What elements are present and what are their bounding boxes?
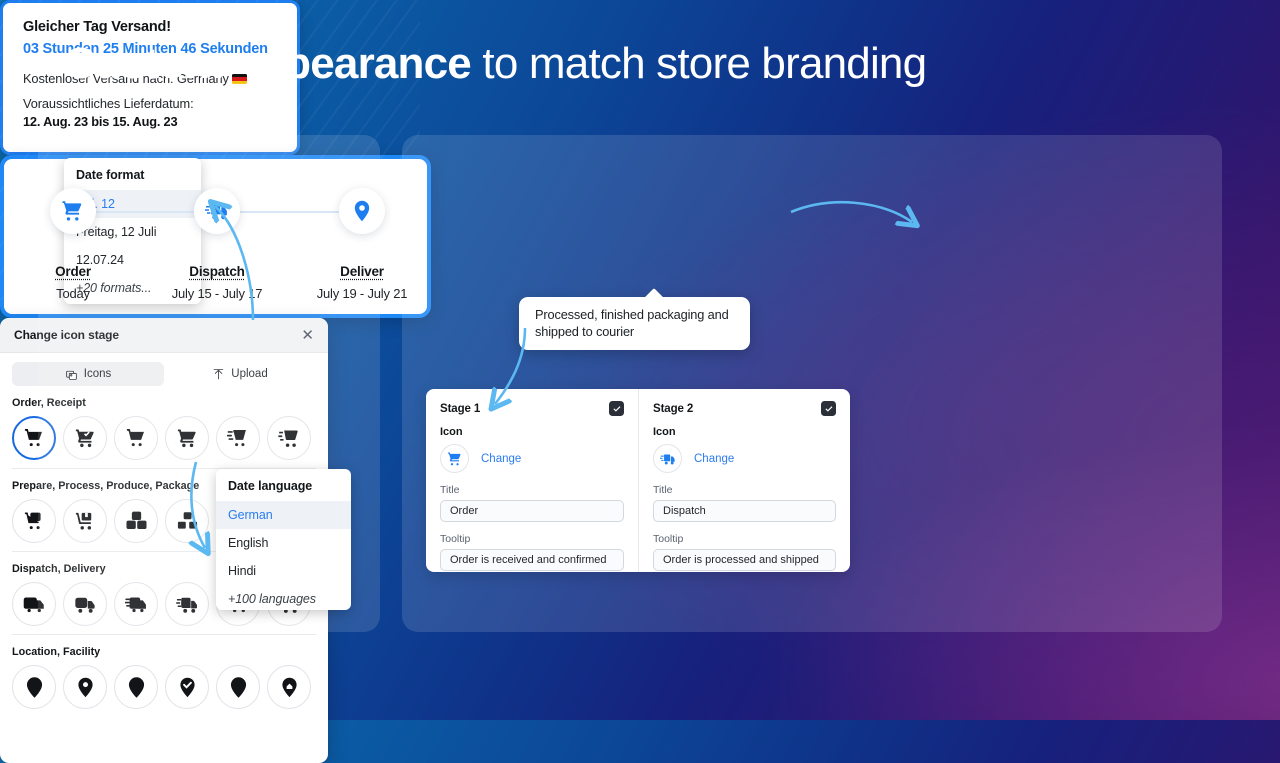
timeline-step-dispatch[interactable]: Dispatch July 15 - July 17 [157, 188, 277, 301]
stage-tooltip-label: Tooltip [440, 533, 471, 545]
stage-enabled-checkbox[interactable] [821, 401, 836, 416]
icon-grid-row [12, 665, 316, 709]
stage-icon-label: Icon [653, 426, 676, 438]
stage-tooltip: Processed, finished packaging and shippe… [519, 297, 750, 350]
page-title-rest: to match store branding [470, 39, 927, 88]
cart-check-icon [50, 188, 96, 234]
stage-icon-row: Change [440, 444, 624, 473]
stage-icon-label: Icon [440, 426, 463, 438]
date-language-option-selected[interactable]: German [216, 501, 351, 529]
date-language-more-option[interactable]: +100 languages [216, 585, 351, 610]
stage-tooltip-label: Tooltip [653, 533, 684, 545]
check-icon [824, 405, 832, 412]
stage-header: Stage 1 [440, 401, 624, 416]
stage-title-label: Title [440, 484, 460, 496]
timeline-step-date: July 19 - July 21 [316, 286, 408, 301]
cart-check-icon[interactable] [440, 444, 469, 473]
date-language-dropdown[interactable]: Date language German English Hindi +100 … [216, 469, 351, 610]
stage-title-input[interactable]: Dispatch [653, 500, 836, 522]
pin-check-outline-icon[interactable] [114, 665, 158, 709]
pin-circle-outline-icon[interactable] [12, 665, 56, 709]
shipping-heading: Gleicher Tag Versand! [23, 19, 171, 35]
stage-tooltip-input[interactable]: Order is received and confirmed [440, 549, 624, 571]
page-title-emphasis: Custom appearance [64, 39, 472, 88]
stage-enabled-checkbox[interactable] [609, 401, 624, 416]
timeline-step-date: July 15 - July 17 [171, 286, 263, 301]
timeline-step-order[interactable]: Order Today [13, 188, 133, 301]
stage-tooltip-text: Processed, finished packaging and shippe… [535, 307, 729, 339]
pin-check-filled-icon[interactable] [165, 665, 209, 709]
pin-filled-icon[interactable] [63, 665, 107, 709]
german-flag-icon [231, 74, 247, 84]
stage-title-label: Title [653, 484, 673, 496]
delivery-truck-icon[interactable] [653, 444, 682, 473]
stage-name: Stage 2 [653, 402, 694, 415]
change-icon-link[interactable]: Change [481, 453, 521, 465]
timeline-step-label: Deliver [340, 264, 384, 279]
icon-category-label: Location, Facility [12, 646, 101, 658]
stage-icon-row: Change [653, 444, 836, 473]
divider [12, 634, 316, 635]
pin-home-filled-icon[interactable] [267, 665, 311, 709]
stage-tooltip-input[interactable]: Order is processed and shipped [653, 549, 836, 571]
timeline-step-label: Order [55, 264, 91, 279]
icon-category-location-facility: Location, Facility [0, 646, 328, 709]
stage-header: Stage 2 [653, 401, 836, 416]
eta-value: 12. Aug. 23 bis 15. Aug. 23 [23, 114, 178, 129]
pin-home-outline-icon[interactable] [216, 665, 260, 709]
date-language-option[interactable]: English [216, 529, 351, 557]
timeline-step-label: Dispatch [189, 264, 245, 279]
check-icon [612, 405, 620, 412]
stage-card-2: Stage 2 Icon Change Title Dispatch Toolt… [638, 389, 850, 572]
stage-title-input[interactable]: Order [440, 500, 624, 522]
eta-label: Voraussichtliches Lieferdatum: [23, 96, 194, 111]
order-timeline-card: Order Today Dispatch July 15 - July 17 D… [0, 155, 431, 318]
timeline-step-date: Today [56, 286, 90, 301]
date-language-title: Date language [228, 479, 313, 493]
stage-editor-group: Stage 1 Icon Change Title Order Tooltip … [426, 389, 850, 572]
stage-card-1: Stage 1 Icon Change Title Order Tooltip … [426, 389, 638, 572]
delivery-truck-icon [194, 188, 240, 234]
timeline-step-deliver[interactable]: Deliver July 19 - July 21 [302, 188, 422, 301]
location-pin-icon [339, 188, 385, 234]
change-icon-link[interactable]: Change [694, 453, 734, 465]
page-title: Custom appearance to match store brandin… [64, 36, 927, 92]
stage-name: Stage 1 [440, 402, 481, 415]
date-language-option[interactable]: Hindi [216, 557, 351, 585]
